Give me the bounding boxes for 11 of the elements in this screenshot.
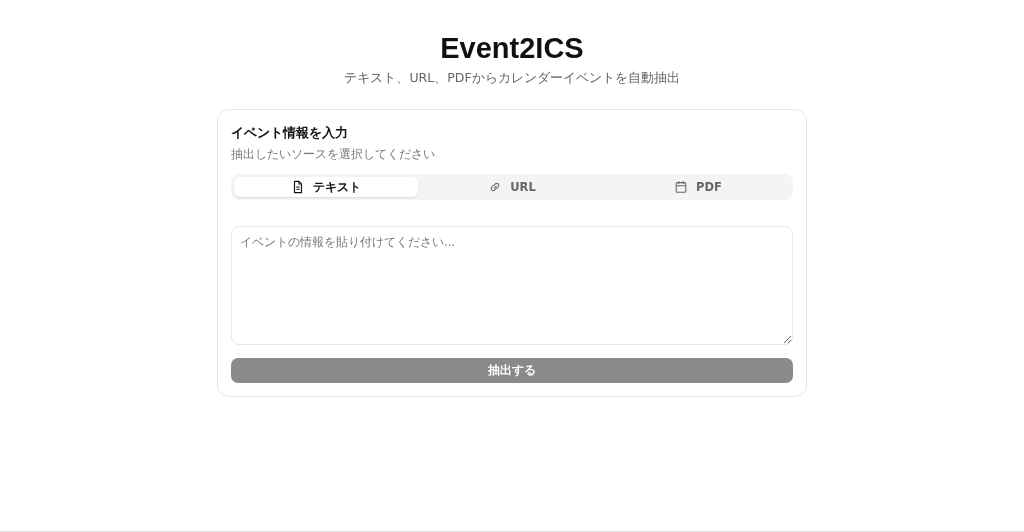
app-subtitle: テキスト、URL、PDFからカレンダーイベントを自動抽出 bbox=[344, 70, 680, 87]
link-icon bbox=[488, 180, 503, 194]
event-text-field[interactable]: イベントの情報を貼り付けてください... bbox=[231, 226, 793, 345]
card-description: 抽出したいソースを選択してください bbox=[231, 147, 436, 162]
app-title: Event2ICS bbox=[440, 31, 584, 66]
source-tab[interactable]: テキスト bbox=[234, 177, 418, 197]
card-title: イベント情報を入力 bbox=[231, 124, 349, 142]
calendar-icon bbox=[674, 180, 689, 194]
source-tab[interactable]: PDF bbox=[606, 177, 790, 197]
source-tab[interactable]: URL bbox=[420, 177, 604, 197]
document-icon bbox=[291, 180, 305, 194]
